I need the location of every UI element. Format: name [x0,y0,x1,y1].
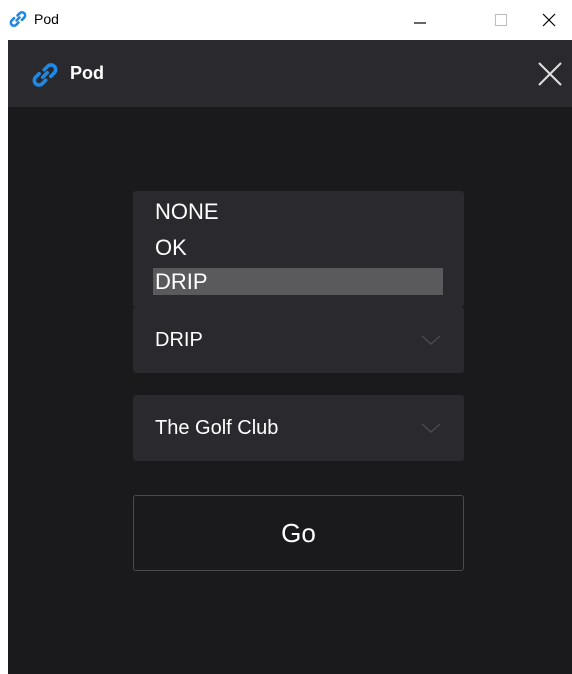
status-select-value: DRIP [155,329,203,351]
dropdown-option-none[interactable]: NONE [153,199,443,235]
minimize-button[interactable] [397,0,443,40]
dropdown-option-ok[interactable]: OK [153,235,443,271]
status-select[interactable]: DRIP [133,307,464,373]
go-button[interactable]: Go [133,495,464,571]
window-title: Pod [34,11,59,27]
chevron-down-icon [421,423,441,434]
club-select[interactable]: The Golf Club [133,395,464,461]
os-titlebar: Pod [0,0,572,40]
status-dropdown-list: NONE OK DRIP [133,191,464,307]
chain-link-icon [32,63,58,87]
minimize-icon [414,22,426,24]
window-close-button[interactable] [526,0,572,40]
app-title: Pod [70,63,104,83]
close-icon [542,13,556,27]
chevron-down-icon [421,335,441,346]
club-select-value: The Golf Club [155,417,279,439]
chain-link-icon [9,11,27,27]
maximize-button[interactable] [478,0,524,40]
app-window: Pod NONE OK DRIP DRIP The Golf Club Go [8,40,572,674]
dropdown-option-drip[interactable]: DRIP [153,268,443,295]
maximize-icon [495,14,507,26]
close-icon[interactable] [536,60,564,88]
app-header: Pod [8,40,572,107]
